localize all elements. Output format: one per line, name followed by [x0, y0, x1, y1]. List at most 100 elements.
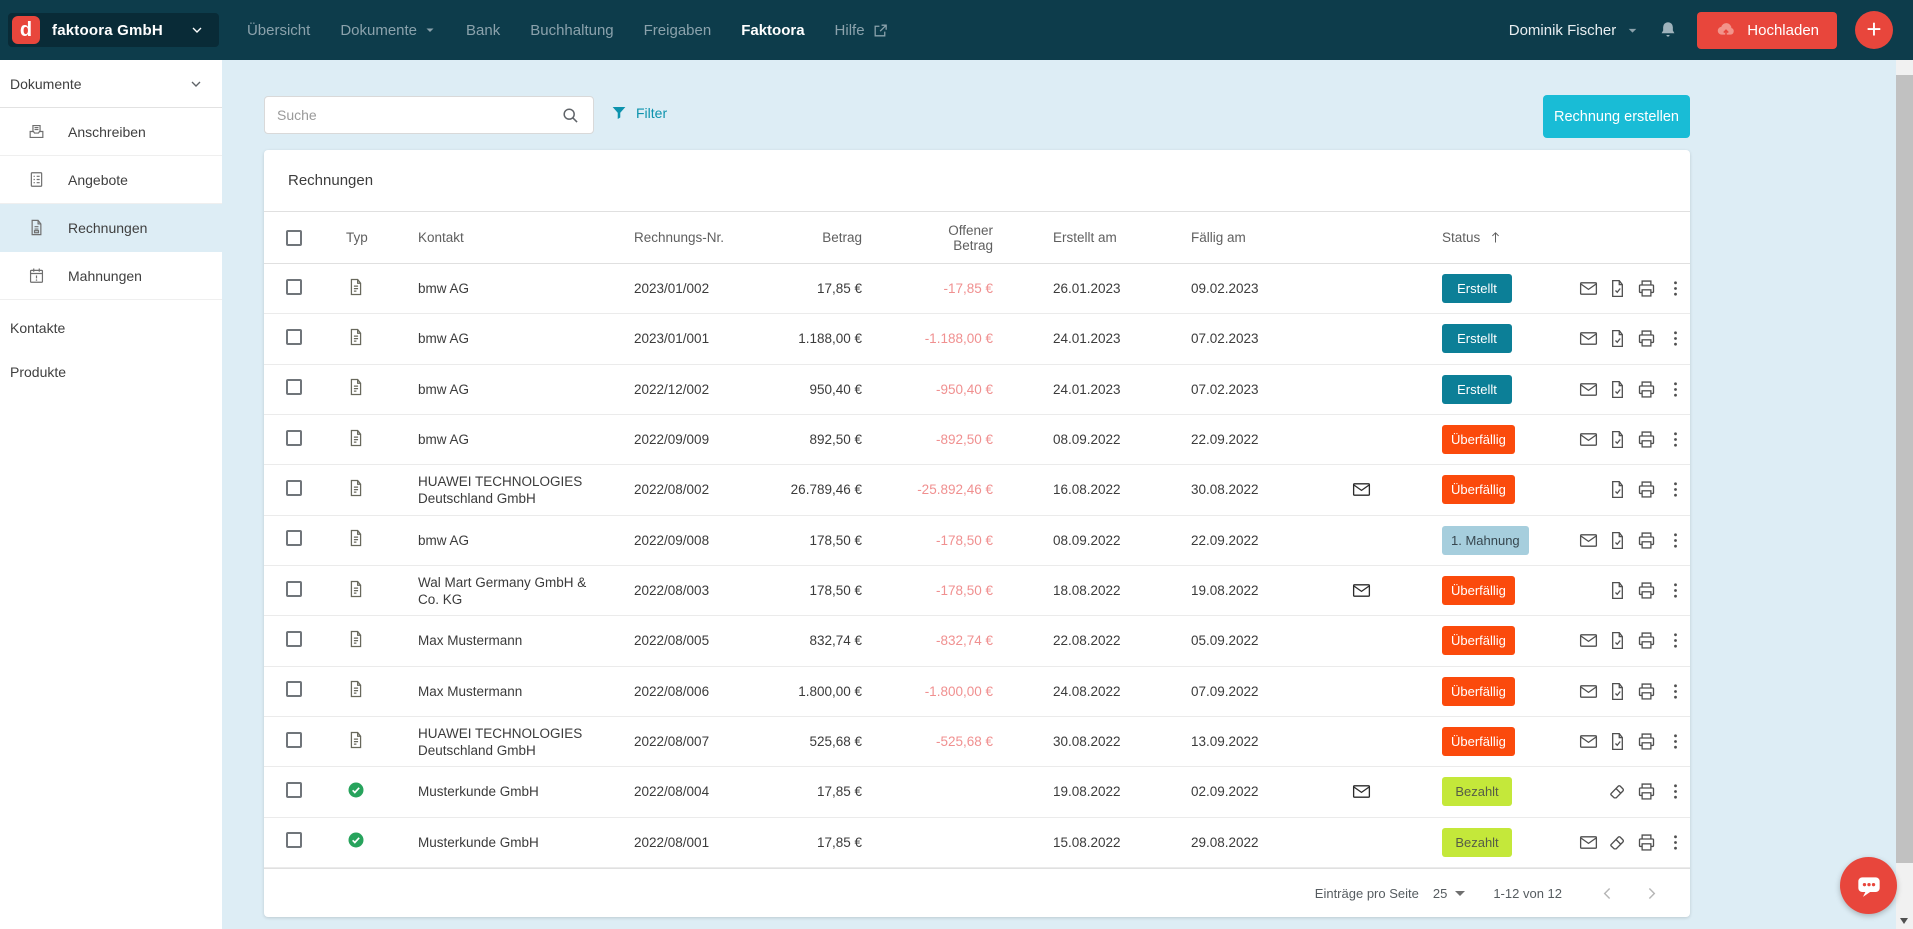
sidebar-item-rechnungen[interactable]: Rechnungen [0, 204, 222, 252]
print-icon[interactable] [1632, 278, 1661, 300]
create-invoice-button[interactable]: Rechnung erstellen [1543, 95, 1690, 138]
table-row[interactable]: Musterkunde GmbH 2022/08/001 17,85 € 15.… [264, 818, 1690, 868]
document-check-icon[interactable] [1603, 328, 1632, 350]
row-menu-icon[interactable] [1661, 378, 1690, 400]
document-check-icon[interactable] [1603, 278, 1632, 300]
print-icon[interactable] [1632, 781, 1661, 803]
table-row[interactable]: Wal Mart Germany GmbH & Co. KG 2022/08/0… [264, 566, 1690, 616]
col-betrag[interactable]: Betrag [754, 230, 876, 245]
add-new-button[interactable]: + [1855, 11, 1893, 49]
user-menu[interactable]: Dominik Fischer [1509, 22, 1640, 39]
search-icon[interactable] [560, 105, 581, 126]
table-row[interactable]: HUAWEI TECHNOLOGIES Deutschland GmbH 202… [264, 465, 1690, 515]
table-row[interactable]: bmw AG 2022/12/002 950,40 € -950,40 € 24… [264, 365, 1690, 415]
nav-item-faktoora[interactable]: Faktoora [741, 22, 804, 39]
row-menu-icon[interactable] [1661, 781, 1690, 803]
nav-item-übersicht[interactable]: Übersicht [247, 22, 310, 39]
cancel-invoice-icon[interactable] [1603, 781, 1632, 803]
send-mail-icon[interactable] [1574, 630, 1603, 652]
col-status[interactable]: Status [1399, 230, 1574, 245]
col-rechnungs-nr[interactable]: Rechnungs-Nr. [630, 230, 754, 245]
sidebar-item-anschreiben[interactable]: Anschreiben [0, 108, 222, 156]
send-mail-icon[interactable] [1574, 731, 1603, 753]
row-checkbox[interactable] [286, 480, 302, 496]
nav-item-bank[interactable]: Bank [466, 22, 500, 39]
scrollbar-thumb[interactable] [1896, 75, 1913, 863]
vertical-scrollbar[interactable] [1896, 60, 1913, 929]
col-kontakt[interactable]: Kontakt [390, 230, 630, 245]
filter-button[interactable]: Filter [610, 104, 667, 122]
send-mail-icon[interactable] [1574, 278, 1603, 300]
row-menu-icon[interactable] [1661, 580, 1690, 602]
document-check-icon[interactable] [1603, 429, 1632, 451]
print-icon[interactable] [1632, 680, 1661, 702]
row-menu-icon[interactable] [1661, 680, 1690, 702]
document-check-icon[interactable] [1603, 529, 1632, 551]
send-mail-icon[interactable] [1574, 429, 1603, 451]
row-checkbox[interactable] [286, 832, 302, 848]
send-mail-icon[interactable] [1574, 680, 1603, 702]
per-page-select[interactable]: 25 [1433, 886, 1465, 901]
scrollbar-down-arrow[interactable] [1900, 918, 1908, 924]
row-menu-icon[interactable] [1661, 529, 1690, 551]
send-mail-icon[interactable] [1574, 529, 1603, 551]
table-row[interactable]: bmw AG 2023/01/001 1.188,00 € -1.188,00 … [264, 314, 1690, 364]
document-check-icon[interactable] [1603, 378, 1632, 400]
document-check-icon[interactable] [1603, 680, 1632, 702]
document-check-icon[interactable] [1603, 731, 1632, 753]
col-typ[interactable]: Typ [320, 230, 390, 245]
row-menu-icon[interactable] [1661, 731, 1690, 753]
company-selector[interactable]: d faktoora GmbH [8, 13, 219, 47]
send-mail-icon[interactable] [1574, 328, 1603, 350]
search-input[interactable] [277, 107, 560, 123]
table-row[interactable]: HUAWEI TECHNOLOGIES Deutschland GmbH 202… [264, 717, 1690, 767]
table-row[interactable]: Musterkunde GmbH 2022/08/004 17,85 € 19.… [264, 767, 1690, 817]
table-row[interactable]: Max Mustermann 2022/08/006 1.800,00 € -1… [264, 667, 1690, 717]
row-checkbox[interactable] [286, 681, 302, 697]
row-checkbox[interactable] [286, 279, 302, 295]
document-check-icon[interactable] [1603, 630, 1632, 652]
send-mail-icon[interactable] [1574, 831, 1603, 853]
nav-item-buchhaltung[interactable]: Buchhaltung [530, 22, 613, 39]
print-icon[interactable] [1632, 580, 1661, 602]
sidebar-item-angebote[interactable]: Angebote [0, 156, 222, 204]
nav-item-freigaben[interactable]: Freigaben [644, 22, 712, 39]
row-checkbox[interactable] [286, 329, 302, 345]
print-icon[interactable] [1632, 378, 1661, 400]
row-checkbox[interactable] [286, 782, 302, 798]
document-check-icon[interactable] [1603, 580, 1632, 602]
sidebar-item-mahnungen[interactable]: Mahnungen [0, 252, 222, 300]
sidebar-link-produkte[interactable]: Produkte [0, 350, 222, 394]
col-offener-betrag[interactable]: Offener Betrag [876, 223, 1007, 253]
nav-item-dokumente[interactable]: Dokumente [340, 22, 436, 39]
row-menu-icon[interactable] [1661, 831, 1690, 853]
row-checkbox[interactable] [286, 430, 302, 446]
table-row[interactable]: bmw AG 2022/09/009 892,50 € -892,50 € 08… [264, 415, 1690, 465]
row-menu-icon[interactable] [1661, 479, 1690, 501]
next-page-icon[interactable] [1636, 878, 1666, 908]
print-icon[interactable] [1632, 429, 1661, 451]
table-row[interactable]: bmw AG 2022/09/008 178,50 € -178,50 € 08… [264, 516, 1690, 566]
sidebar-link-kontakte[interactable]: Kontakte [0, 306, 222, 350]
document-check-icon[interactable] [1603, 479, 1632, 501]
nav-item-hilfe[interactable]: Hilfe [835, 22, 889, 39]
row-menu-icon[interactable] [1661, 429, 1690, 451]
row-checkbox[interactable] [286, 732, 302, 748]
notifications-bell-icon[interactable] [1657, 19, 1679, 41]
row-menu-icon[interactable] [1661, 328, 1690, 350]
row-checkbox[interactable] [286, 530, 302, 546]
sidebar-section-dokumente[interactable]: Dokumente [0, 60, 222, 108]
print-icon[interactable] [1632, 731, 1661, 753]
row-menu-icon[interactable] [1661, 630, 1690, 652]
row-checkbox[interactable] [286, 631, 302, 647]
print-icon[interactable] [1632, 529, 1661, 551]
print-icon[interactable] [1632, 630, 1661, 652]
row-checkbox[interactable] [286, 581, 302, 597]
print-icon[interactable] [1632, 328, 1661, 350]
col-faellig-am[interactable]: Fällig am [1189, 230, 1324, 245]
col-erstellt-am[interactable]: Erstellt am [1007, 230, 1189, 245]
select-all-checkbox[interactable] [286, 230, 302, 246]
print-icon[interactable] [1632, 831, 1661, 853]
cancel-invoice-icon[interactable] [1603, 831, 1632, 853]
previous-page-icon[interactable] [1592, 878, 1622, 908]
